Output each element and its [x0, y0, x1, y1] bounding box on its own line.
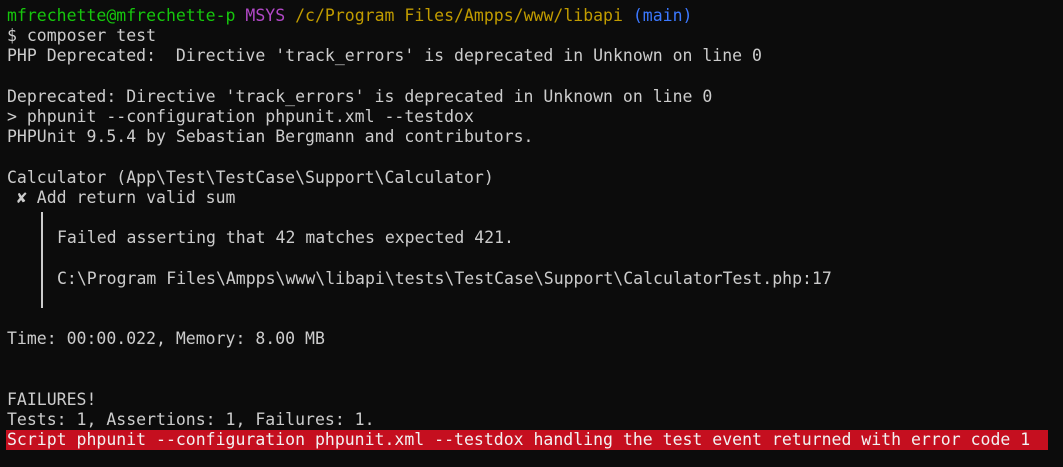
failure-location: C:\Program Files\Ampps\www\libapi\tests\… [57, 269, 832, 288]
failure-message: Failed asserting that 42 matches expecte… [57, 228, 514, 247]
terminal-window[interactable]: mfrechette@mfrechette-p MSYS /c/Program … [0, 0, 1063, 467]
prompt-branch: (main) [632, 6, 693, 25]
failure-detail-bar [41, 212, 43, 308]
failures-header: FAILURES! [7, 390, 97, 409]
error-line: Script phpunit --configuration phpunit.x… [7, 430, 1031, 449]
deprecated-warning: Deprecated: Directive 'track_errors' is … [7, 87, 713, 106]
prompt-cwd: /c/Program Files/Ampps/www/libapi [295, 6, 623, 25]
test-class-heading: Calculator (App\Test\TestCase\Support\Ca… [7, 168, 494, 187]
test-case-result: ✘ Add return valid sum [7, 188, 236, 207]
test-summary: Tests: 1, Assertions: 1, Failures: 1. [7, 410, 375, 429]
script-invocation: > phpunit --configuration phpunit.xml --… [7, 107, 474, 126]
phpunit-banner: PHPUnit 9.5.4 by Sebastian Bergmann and … [7, 127, 534, 146]
shell-prompt: mfrechette@mfrechette-p MSYS /c/Program … [7, 6, 692, 26]
prompt-shell: MSYS [245, 6, 286, 25]
php-deprecated-warning: PHP Deprecated: Directive 'track_errors'… [7, 46, 762, 65]
prompt-user-host: mfrechette@mfrechette-p [7, 6, 236, 25]
command-line: $ composer test [7, 26, 157, 45]
time-memory: Time: 00:00.022, Memory: 8.00 MB [7, 329, 325, 348]
